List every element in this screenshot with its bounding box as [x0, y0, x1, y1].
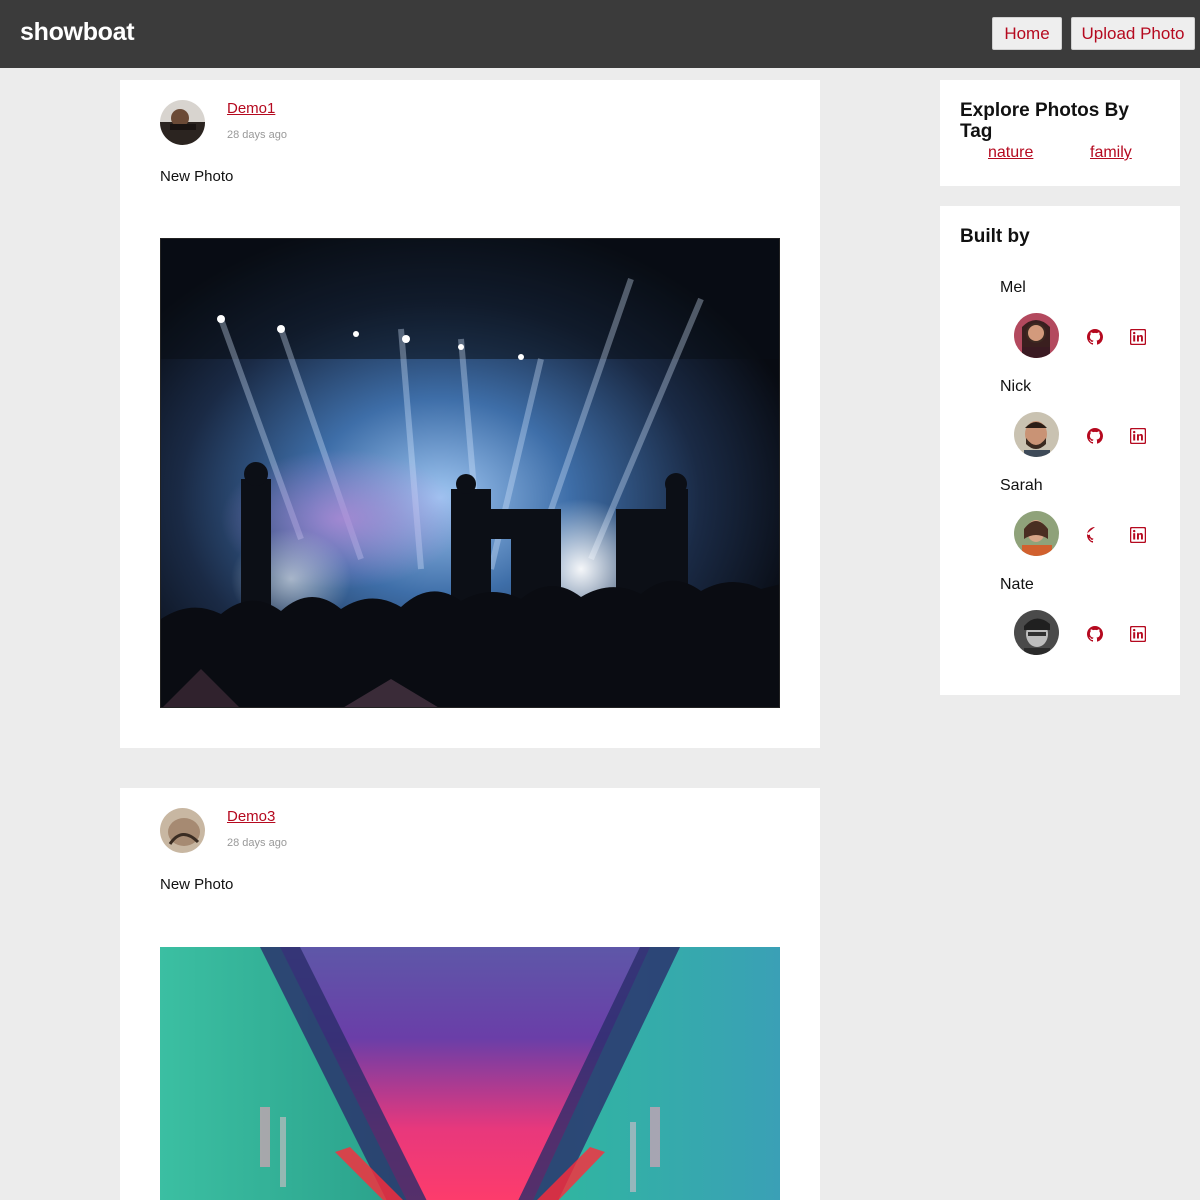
linkedin-icon[interactable]: [1129, 625, 1147, 643]
avatar: [1014, 412, 1059, 457]
github-icon[interactable]: [1085, 527, 1103, 543]
home-button[interactable]: Home: [992, 17, 1062, 50]
neon-tunnel-photo[interactable]: [160, 947, 780, 1200]
post-card: Demo3 28 days ago New Photo: [120, 788, 820, 1200]
avatar[interactable]: [160, 808, 205, 853]
github-icon[interactable]: [1087, 428, 1104, 444]
tag-link-family[interactable]: family: [1090, 144, 1132, 162]
developer-name: Mel: [1000, 279, 1026, 296]
developer-name: Sarah: [1000, 477, 1043, 494]
developer-name: Nate: [1000, 576, 1034, 593]
concert-stage-photo[interactable]: [160, 238, 780, 708]
linkedin-icon[interactable]: [1129, 526, 1147, 544]
post-caption: New Photo: [160, 168, 234, 185]
built-by-card: Built by Mel Nick Sarah Nate: [940, 206, 1180, 695]
explore-tags-title: Explore Photos By Tag: [960, 100, 1129, 142]
tag-link-nature[interactable]: nature: [988, 144, 1033, 162]
post-timestamp: 28 days ago: [227, 129, 287, 141]
post-caption: New Photo: [160, 876, 234, 893]
avatar: [1014, 511, 1059, 556]
post-timestamp: 28 days ago: [227, 837, 287, 849]
post-author-link[interactable]: Demo1: [227, 100, 275, 117]
avatar: [1014, 313, 1059, 358]
top-navbar: showboat Home Upload Photo: [0, 0, 1200, 68]
post-card: Demo1 28 days ago New Photo: [120, 80, 820, 748]
developer-name: Nick: [1000, 378, 1032, 395]
explore-tags-card: Explore Photos By Tag nature family: [940, 80, 1180, 186]
avatar[interactable]: [160, 100, 205, 145]
post-author-link[interactable]: Demo3: [227, 808, 275, 825]
upload-photo-button[interactable]: Upload Photo: [1071, 17, 1195, 50]
linkedin-icon[interactable]: [1129, 427, 1147, 445]
github-icon[interactable]: [1087, 329, 1104, 345]
github-icon[interactable]: [1087, 626, 1104, 642]
built-by-title: Built by: [960, 226, 1030, 247]
avatar: [1014, 610, 1059, 655]
brand-logo[interactable]: showboat: [20, 18, 135, 47]
linkedin-icon[interactable]: [1129, 328, 1147, 346]
